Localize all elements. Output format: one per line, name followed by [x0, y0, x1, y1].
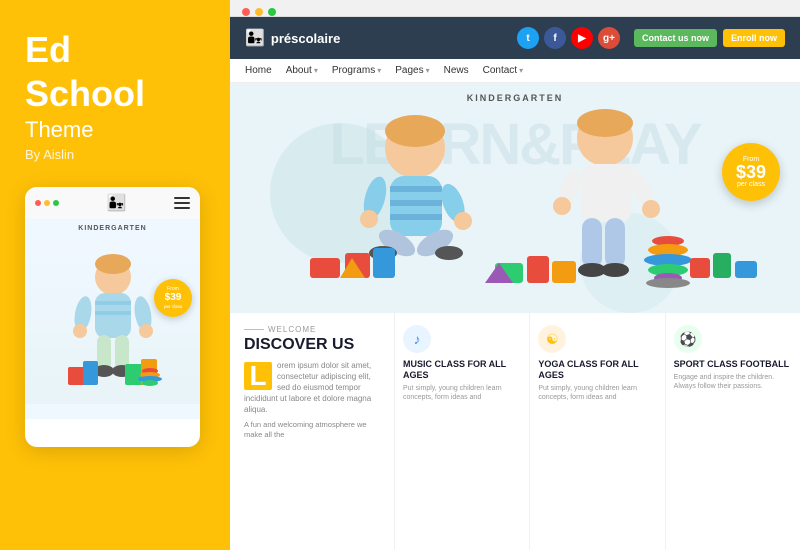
- yoga-class-desc: Put simply, young children learn concept…: [538, 384, 656, 403]
- sport-class-icon: ⚽: [674, 325, 702, 353]
- yoga-class-icon: ☯: [538, 325, 566, 353]
- music-class-icon: ♪: [403, 325, 431, 353]
- right-panel: 👨‍👧 préscolaire t f ▶ g+ Contact us now …: [230, 0, 800, 550]
- menu-about[interactable]: About▾: [286, 65, 318, 76]
- enroll-button[interactable]: Enroll now: [723, 29, 785, 47]
- mobile-kg-label: KINDERGARTEN: [25, 219, 200, 234]
- music-class-title: MUSIC CLASS FOR ALL AGES: [403, 359, 521, 381]
- bottom-section: WELCOME DISCOVER US L orem ipsum dolor s…: [230, 313, 800, 550]
- mobile-hero-image: [25, 234, 200, 404]
- mobile-hamburger-menu[interactable]: [174, 197, 190, 209]
- menu-bar: Home About▾ Programs▾ Pages▾ News Contac…: [230, 59, 800, 83]
- discover-sub: A fun and welcoming atmosphere we make a…: [244, 420, 380, 441]
- contact-button[interactable]: Contact us now: [634, 29, 717, 47]
- site-nav: 👨‍👧 préscolaire t f ▶ g+ Contact us now …: [230, 17, 800, 59]
- mobile-dot-green: [53, 200, 59, 206]
- browser-dot-red: [242, 8, 250, 16]
- social-twitter[interactable]: t: [517, 27, 539, 49]
- sport-class-title: SPORT CLASS FOOTBALL: [674, 359, 792, 370]
- mobile-logo-icon: 👨‍👧: [107, 193, 127, 213]
- hero-section: KINDERGARTEN LEARN&PLAY: [230, 83, 800, 313]
- mobile-top-bar: 👨‍👧: [25, 187, 200, 219]
- hero-price-amount: $39: [736, 163, 766, 181]
- yoga-class-title: YOGA CLASS FOR ALL AGES: [538, 359, 656, 381]
- mobile-dot-yellow: [44, 200, 50, 206]
- menu-home[interactable]: Home: [245, 65, 272, 76]
- logo-icon: 👨‍👧: [245, 28, 265, 48]
- welcome-label: WELCOME: [244, 325, 380, 334]
- social-facebook[interactable]: f: [544, 27, 566, 49]
- sport-class-item: ⚽ SPORT CLASS FOOTBALL Engage and inspir…: [666, 313, 800, 550]
- music-class-desc: Put simply, young children learn concept…: [403, 384, 521, 403]
- menu-news[interactable]: News: [444, 65, 469, 76]
- discover-column: WELCOME DISCOVER US L orem ipsum dolor s…: [230, 313, 395, 550]
- browser-dot-green: [268, 8, 276, 16]
- mobile-hero: KINDERGARTEN: [25, 219, 200, 419]
- hero-image-area: [230, 83, 800, 313]
- product-title-line2: School: [25, 74, 205, 114]
- hero-price-per: per class: [737, 181, 765, 188]
- mobile-price-per: per class: [164, 304, 182, 309]
- menu-pages[interactable]: Pages▾: [395, 65, 429, 76]
- browser-chrome: [230, 0, 800, 17]
- discover-initial: L: [244, 362, 272, 390]
- product-title-line1: Ed: [25, 30, 205, 70]
- music-class-item: ♪ MUSIC CLASS FOR ALL AGES Put simply, y…: [395, 313, 530, 550]
- nav-buttons: Contact us now Enroll now: [634, 29, 785, 47]
- site-logo: 👨‍👧 préscolaire: [245, 28, 340, 48]
- mobile-dot-red: [35, 200, 41, 206]
- left-panel: Ed School Theme By Aislin 👨‍👧 KINDERGART…: [0, 0, 230, 550]
- discover-body: L orem ipsum dolor sit amet, consectetur…: [244, 360, 380, 416]
- logo-text: préscolaire: [271, 31, 340, 46]
- mobile-dots: [35, 200, 59, 206]
- nav-social: t f ▶ g+: [517, 27, 620, 49]
- browser-dot-yellow: [255, 8, 263, 16]
- hero-toddlers-svg: [245, 93, 785, 313]
- discover-title: DISCOVER US: [244, 336, 380, 354]
- sport-class-desc: Engage and inspire the children. Always …: [674, 373, 792, 392]
- yoga-class-item: ☯ YOGA CLASS FOR ALL AGES Put simply, yo…: [530, 313, 665, 550]
- classes-column: ♪ MUSIC CLASS FOR ALL AGES Put simply, y…: [395, 313, 800, 550]
- social-googleplus[interactable]: g+: [598, 27, 620, 49]
- menu-contact[interactable]: Contact▾: [483, 65, 523, 76]
- product-subtitle: Theme: [25, 117, 205, 143]
- mobile-price-amount: $39: [165, 292, 182, 304]
- mobile-mockup: 👨‍👧 KINDERGARTEN: [25, 187, 200, 447]
- mobile-price-badge: From $39 per class: [154, 279, 192, 317]
- menu-programs[interactable]: Programs▾: [332, 65, 381, 76]
- product-author: By Aislin: [25, 147, 205, 162]
- social-youtube[interactable]: ▶: [571, 27, 593, 49]
- mobile-baby-svg: [53, 249, 173, 404]
- hero-price-badge: From $39 per class: [722, 143, 780, 201]
